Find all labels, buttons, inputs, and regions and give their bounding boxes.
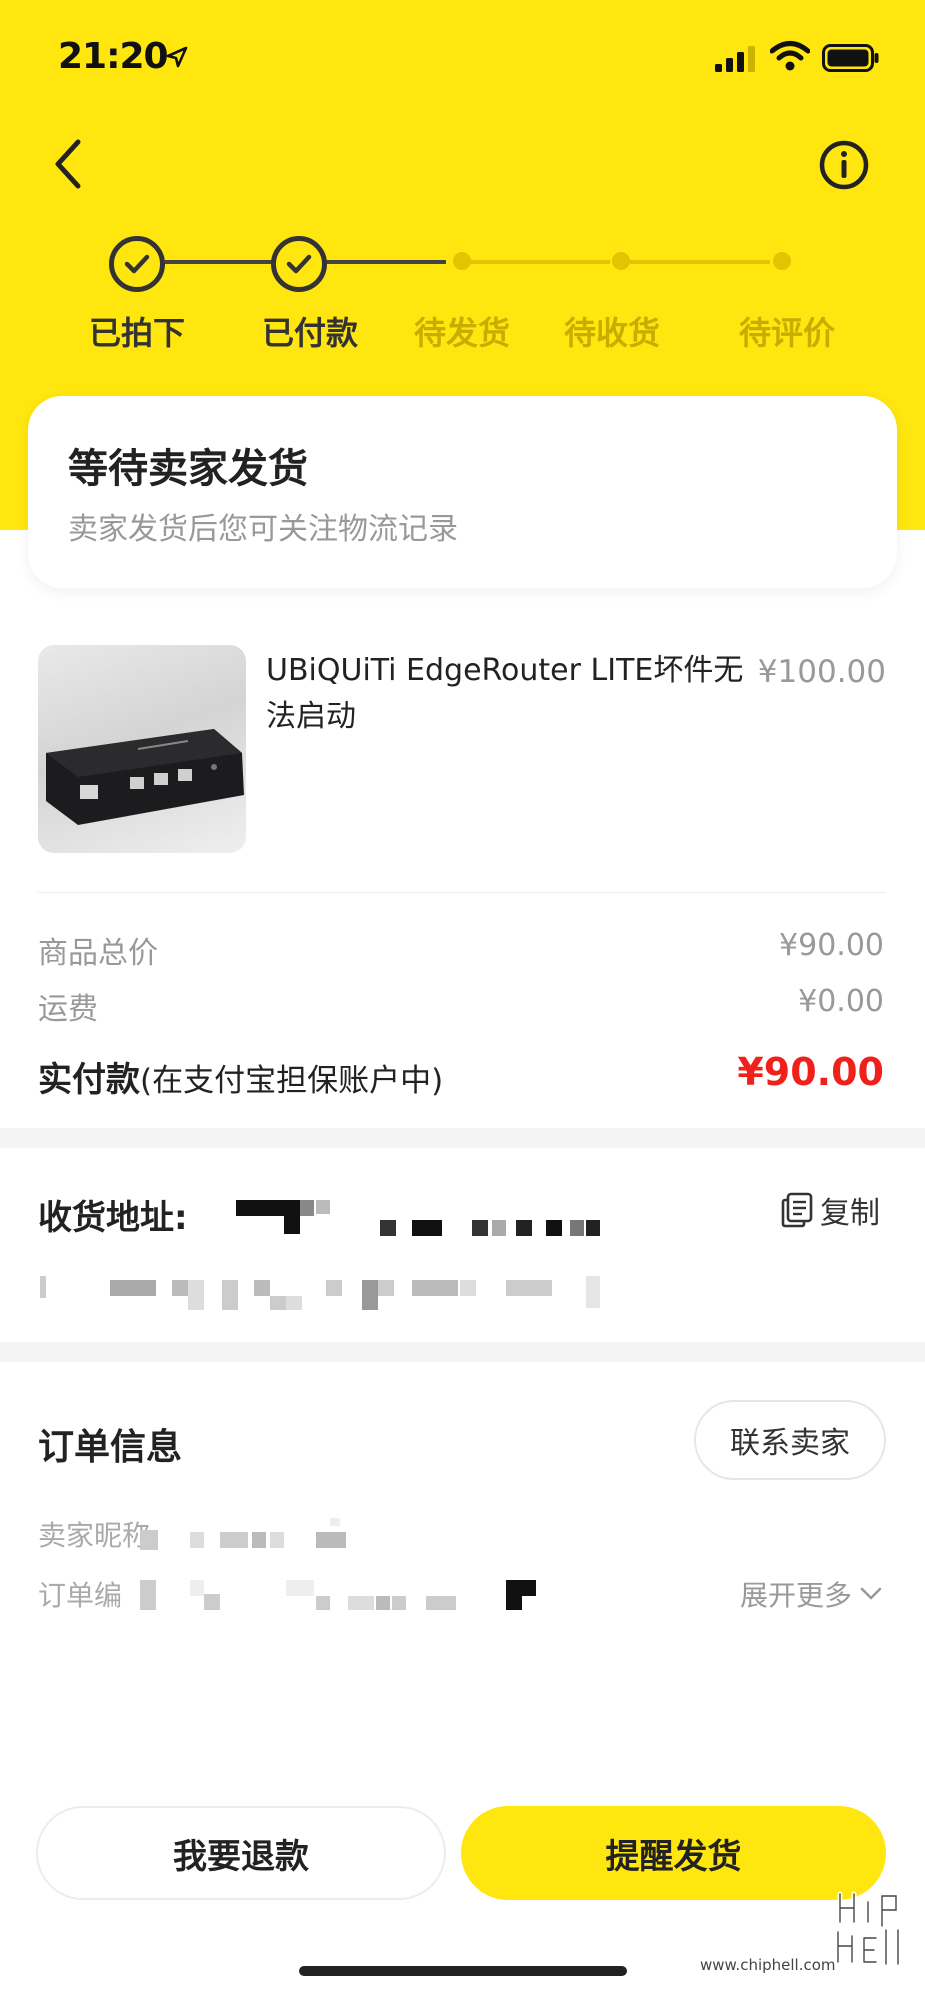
step-check-icon: [271, 236, 327, 292]
redacted-seller-nickname: [140, 1518, 360, 1552]
status-time: 21:20: [58, 36, 169, 77]
step-dot: [612, 252, 630, 270]
copy-address-button[interactable]: 复制: [780, 1188, 880, 1232]
location-arrow-icon: [166, 46, 188, 68]
order-number-label: 订单编: [38, 1579, 123, 1612]
redacted-recipient: [236, 1198, 606, 1238]
progress-line-done: [165, 260, 275, 264]
shipping-value: ¥0.00: [798, 984, 884, 1019]
info-icon[interactable]: [818, 139, 870, 191]
paid-amount-label: 实付款(在支付宝担保账户中): [38, 1052, 443, 1101]
order-info-title: 订单信息: [38, 1427, 183, 1468]
progress-line-todo: [470, 260, 610, 264]
copy-label: 复制: [820, 1196, 880, 1231]
chevron-down-icon: [860, 1587, 882, 1600]
paid-note: (在支付宝担保账户中): [140, 1063, 444, 1099]
progress-line-done: [326, 260, 446, 264]
seller-nickname-label: 卖家昵称: [38, 1519, 151, 1552]
expand-more-label: 展开更多: [740, 1579, 853, 1612]
cellular-signal-icon: [715, 46, 755, 72]
step-label: 已拍下: [88, 314, 185, 352]
battery-icon: [822, 44, 879, 72]
paid-amount-value: ¥90.00: [737, 1050, 884, 1094]
status-subtitle: 卖家发货后您可关注物流记录: [68, 512, 458, 547]
goods-total-value: ¥90.00: [779, 928, 884, 963]
step-check-icon: [109, 236, 165, 292]
order-status-card: 等待卖家发货 卖家发货后您可关注物流记录: [28, 396, 897, 588]
watermark-url: www.chiphell.com: [700, 1956, 836, 1974]
status-title: 等待卖家发货: [68, 446, 308, 492]
product-image[interactable]: [38, 645, 246, 853]
copy-icon: [781, 1192, 813, 1228]
section-separator: [0, 1128, 925, 1148]
redacted-address: [40, 1270, 610, 1312]
address-title: 收货地址:: [38, 1198, 188, 1238]
redacted-order-number: [140, 1574, 540, 1614]
step-dot: [453, 252, 471, 270]
shipping-label: 运费: [38, 992, 98, 1027]
step-label: 待发货: [413, 314, 510, 352]
product-price: ¥100.00: [757, 654, 886, 690]
goods-total-label: 商品总价: [38, 936, 158, 971]
contact-seller-button[interactable]: 联系卖家: [694, 1400, 886, 1480]
chiphell-watermark-logo: [835, 1891, 901, 1967]
refund-button[interactable]: 我要退款: [36, 1806, 446, 1900]
section-separator: [0, 1342, 925, 1362]
step-label: 已付款: [261, 314, 358, 352]
product-title[interactable]: UBiQUiTi EdgeRouter LITE坏件无法启动: [266, 648, 746, 740]
divider: [38, 892, 886, 893]
home-indicator[interactable]: [299, 1966, 627, 1976]
expand-more-button[interactable]: 展开更多: [740, 1574, 882, 1614]
step-label: 待收货: [563, 314, 660, 352]
wifi-icon: [770, 41, 810, 71]
status-bar: 21:20: [0, 0, 925, 110]
back-arrow-icon[interactable]: [48, 136, 88, 192]
step-dot: [773, 252, 791, 270]
paid-label-text: 实付款: [38, 1060, 140, 1100]
remind-shipping-button[interactable]: 提醒发货: [461, 1806, 886, 1900]
progress-line-todo: [630, 260, 770, 264]
step-label: 待评价: [738, 314, 835, 352]
